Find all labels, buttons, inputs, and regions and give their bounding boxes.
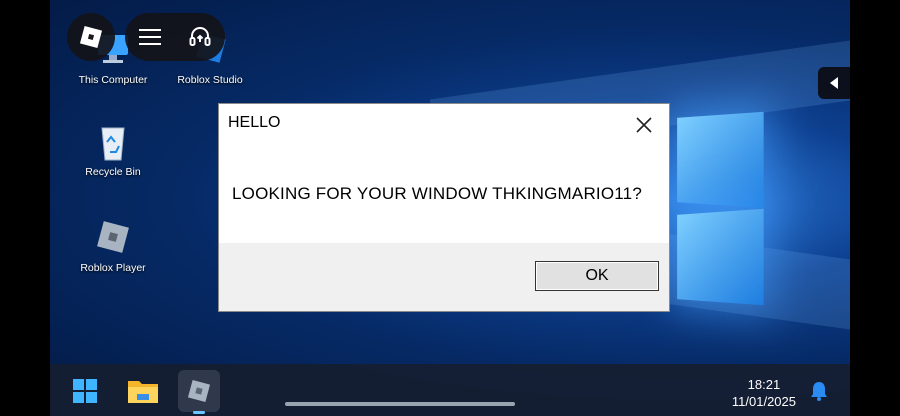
roblox-player-icon <box>94 218 132 256</box>
start-button[interactable] <box>64 370 106 412</box>
desktop-icon-roblox-player[interactable]: Roblox Player <box>68 218 158 274</box>
side-panel-toggle[interactable] <box>818 67 850 99</box>
taskbar: 18:21 11/01/2025 <box>50 364 850 416</box>
roblox-app-button[interactable] <box>178 370 220 414</box>
wallpaper-logo-pane <box>677 111 764 209</box>
desktop-icon-label: Roblox Player <box>80 262 146 274</box>
hamburger-menu-button[interactable] <box>134 21 166 53</box>
notification-button[interactable] <box>798 370 840 412</box>
desktop: This Computer Roblox Studio Recycle Bin … <box>50 0 850 416</box>
desktop-icon-label: Roblox Studio <box>177 74 243 86</box>
clock[interactable]: 18:21 11/01/2025 <box>732 376 796 410</box>
arrow-left-icon <box>830 77 838 89</box>
desktop-icon-label: This Computer <box>78 74 148 86</box>
ok-button[interactable]: OK <box>535 261 659 291</box>
roblox-app-icon <box>187 379 211 403</box>
desktop-icon-recycle-bin[interactable]: Recycle Bin <box>68 122 158 178</box>
roblox-toolbar <box>125 13 225 61</box>
close-button[interactable] <box>629 110 659 140</box>
roblox-menu-button[interactable] <box>67 13 115 61</box>
file-explorer-button[interactable] <box>122 370 164 412</box>
support-button[interactable] <box>184 21 216 53</box>
message-dialog: HELLO LOOKING FOR YOUR WINDOW THKINGMARI… <box>218 103 670 312</box>
wallpaper-logo-pane <box>677 208 764 306</box>
roblox-logo-icon <box>79 25 103 49</box>
menu-icon <box>139 29 161 45</box>
close-icon <box>636 117 652 133</box>
active-indicator <box>193 411 205 414</box>
headset-icon <box>189 26 211 46</box>
bell-icon <box>811 382 827 401</box>
recycle-bin-icon <box>94 122 132 161</box>
dialog-message: LOOKING FOR YOUR WINDOW THKINGMARIO11? <box>232 184 642 203</box>
dialog-footer: OK <box>219 243 669 311</box>
dialog-title: HELLO <box>228 114 281 131</box>
clock-date: 11/01/2025 <box>731 394 796 409</box>
desktop-icon-label: Recycle Bin <box>85 166 141 178</box>
home-indicator[interactable] <box>285 402 515 406</box>
file-explorer-icon <box>128 381 158 403</box>
start-icon <box>73 379 97 403</box>
clock-time: 18:21 <box>747 377 781 392</box>
